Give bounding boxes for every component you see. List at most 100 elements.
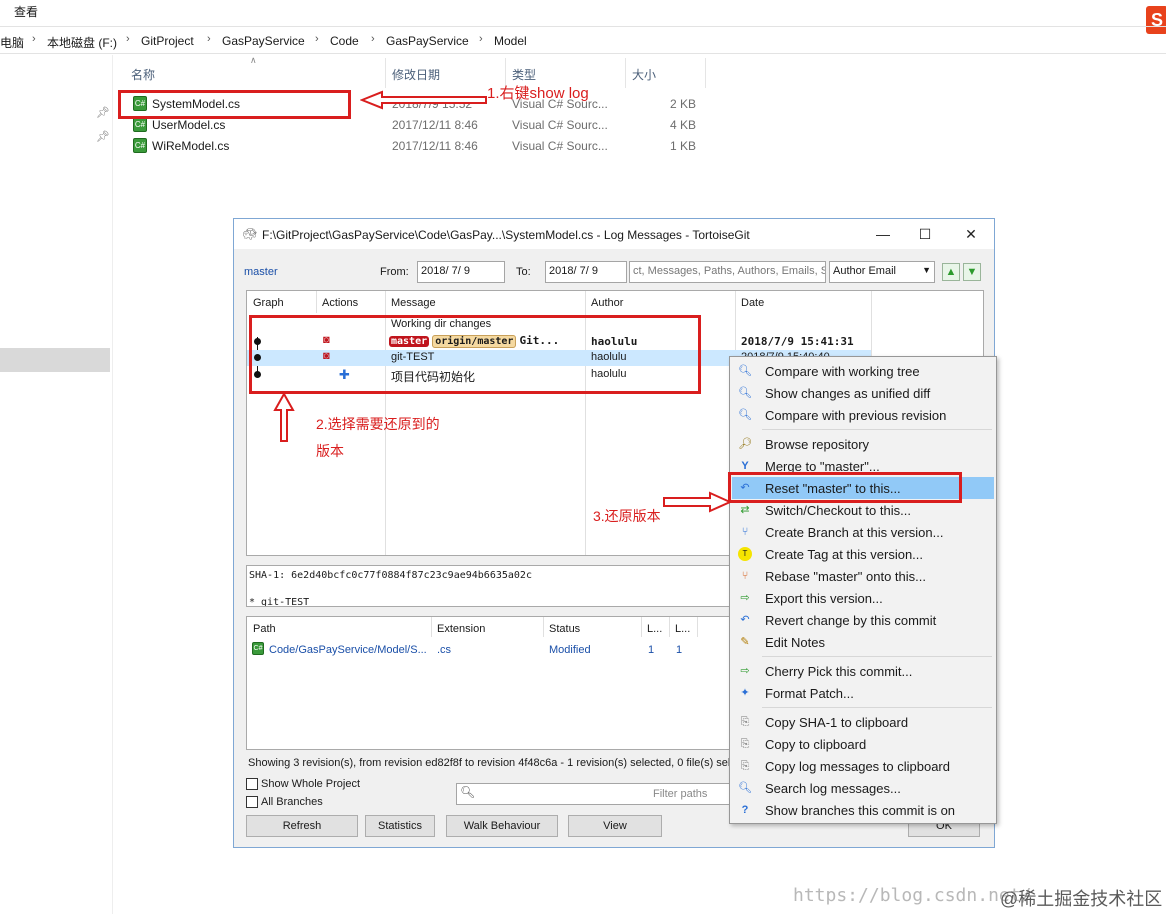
refresh-button[interactable]: Refresh: [246, 815, 358, 837]
column-header-graph[interactable]: Graph: [253, 297, 284, 309]
context-menu[interactable]: 🔍︎ Compare with working tree 🔍︎ Show cha…: [729, 356, 997, 824]
view-button[interactable]: View: [568, 815, 662, 837]
column-divider[interactable]: [625, 58, 626, 88]
column-header-size[interactable]: 大小: [632, 66, 656, 83]
column-header-extension[interactable]: Extension: [437, 623, 485, 635]
column-header-status[interactable]: Status: [549, 623, 580, 635]
breadcrumb-local-disk[interactable]: 本地磁盘 (F:): [47, 34, 117, 51]
breadcrumb-gaspayservice-2[interactable]: GasPayService: [386, 34, 469, 48]
column-divider[interactable]: [697, 617, 698, 637]
breadcrumb-this-pc[interactable]: 电脑: [0, 34, 24, 51]
from-date-picker[interactable]: 2018/ 7/ 9: [417, 261, 505, 283]
column-header-lines-removed[interactable]: L...: [675, 623, 690, 635]
show-whole-project-checkbox[interactable]: [246, 778, 258, 790]
menu-item-revert[interactable]: ↶ Revert change by this commit: [732, 609, 994, 631]
menu-item-copy-sha[interactable]: ⎘ Copy SHA-1 to clipboard: [732, 711, 994, 733]
menu-item-cherry-pick[interactable]: ⇨ Cherry Pick this commit...: [732, 660, 994, 682]
column-divider[interactable]: [669, 617, 670, 637]
chevron-right-icon[interactable]: ›: [479, 33, 483, 45]
cherry-pick-icon: ⇨: [740, 665, 750, 677]
chevron-right-icon[interactable]: ›: [315, 33, 319, 45]
chevron-down-icon[interactable]: ▼: [922, 265, 931, 275]
column-header-type[interactable]: 类型: [512, 66, 536, 83]
arrow-up-icon[interactable]: ▲: [942, 263, 960, 281]
chevron-right-icon[interactable]: ›: [371, 33, 375, 45]
all-branches-checkbox[interactable]: [246, 796, 258, 808]
magnifier-icon: 🔍︎: [738, 387, 752, 399]
nav-selected-item[interactable]: [0, 348, 110, 372]
file-row[interactable]: C# WiReModel.cs 2017/12/11 8:46 Visual C…: [130, 136, 710, 156]
menu-item-label: Create Tag at this version...: [765, 547, 924, 562]
column-divider[interactable]: [641, 617, 642, 637]
column-divider[interactable]: [385, 58, 386, 88]
breadcrumb-gitproject[interactable]: GitProject: [141, 34, 194, 48]
column-header-date[interactable]: Date: [741, 297, 764, 309]
maximize-button[interactable]: ☐: [902, 223, 948, 245]
filter-paths-input[interactable]: 🔍︎ Filter paths: [456, 783, 746, 805]
file-name[interactable]: UserModel.cs: [152, 118, 225, 132]
breadcrumb-code[interactable]: Code: [330, 34, 359, 48]
chevron-right-icon[interactable]: ›: [207, 33, 211, 45]
column-divider[interactable]: [431, 617, 432, 637]
walk-behaviour-button[interactable]: Walk Behaviour: [446, 815, 558, 837]
to-label: To:: [516, 266, 531, 278]
minimize-button[interactable]: —: [860, 223, 906, 245]
chevron-right-icon[interactable]: ›: [32, 33, 36, 45]
menu-item-rebase[interactable]: ⑂ Rebase "master" onto this...: [732, 565, 994, 587]
dialog-titlebar[interactable]: 🐢︎ F:\GitProject\GasPayService\Code\GasP…: [234, 219, 994, 249]
menu-item-compare-previous[interactable]: 🔍︎ Compare with previous revision: [732, 404, 994, 426]
chevron-right-icon[interactable]: ›: [126, 33, 130, 45]
column-header-author[interactable]: Author: [591, 297, 623, 309]
column-divider[interactable]: [705, 58, 706, 88]
column-header-modified[interactable]: 修改日期: [392, 66, 440, 83]
current-branch-link[interactable]: master: [244, 266, 278, 278]
magnifier-icon: 🔍︎: [738, 409, 752, 421]
menu-item-compare-working-tree[interactable]: 🔍︎ Compare with working tree: [732, 360, 994, 382]
column-header-actions[interactable]: Actions: [322, 297, 358, 309]
pin-icon[interactable]: 📌︎: [96, 130, 110, 143]
arrow-down-icon[interactable]: ▼: [963, 263, 981, 281]
annotation-arrow-up: [273, 392, 295, 442]
pin-icon[interactable]: 📌︎: [96, 106, 110, 119]
search-input[interactable]: ct, Messages, Paths, Authors, Emails, S: [629, 261, 826, 283]
statistics-button[interactable]: Statistics: [365, 815, 435, 837]
address-bar[interactable]: 电脑 › 本地磁盘 (F:) › GitProject › GasPayServ…: [0, 26, 1166, 54]
menu-item-export[interactable]: ⇨ Export this version...: [732, 587, 994, 609]
menu-item-browse-repository[interactable]: 🔎︎ Browse repository: [732, 433, 994, 455]
column-divider[interactable]: [543, 617, 544, 637]
menu-item-edit-notes[interactable]: ✎ Edit Notes: [732, 631, 994, 653]
menu-item-label: Compare with previous revision: [765, 408, 947, 423]
all-branches-label[interactable]: All Branches: [261, 796, 323, 808]
menu-item-unified-diff[interactable]: 🔍︎ Show changes as unified diff: [732, 382, 994, 404]
menu-item-show-branches[interactable]: ? Show branches this commit is on: [732, 799, 994, 821]
breadcrumb-gaspayservice[interactable]: GasPayService: [222, 34, 305, 48]
ribbon-tab-view[interactable]: 查看: [14, 3, 38, 20]
filter-field-select[interactable]: Author Email ▼: [829, 261, 935, 283]
menu-item-search-log[interactable]: 🔍︎ Search log messages...: [732, 777, 994, 799]
from-label: From:: [380, 266, 409, 278]
file-name[interactable]: WiReModel.cs: [152, 139, 229, 153]
menu-item-copy-log-messages[interactable]: ⎘ Copy log messages to clipboard: [732, 755, 994, 777]
menu-item-create-branch[interactable]: ⑂ Create Branch at this version...: [732, 521, 994, 543]
changed-files-list[interactable]: Path Extension Status L... L... C# Code/…: [246, 616, 738, 750]
menu-item-copy-clipboard[interactable]: ⎘ Copy to clipboard: [732, 733, 994, 755]
column-header-path[interactable]: Path: [253, 623, 276, 635]
file-type: Visual C# Sourc...: [512, 118, 608, 132]
show-whole-project-label[interactable]: Show Whole Project: [261, 778, 360, 790]
menu-item-format-patch[interactable]: ✦ Format Patch...: [732, 682, 994, 704]
breadcrumb-model[interactable]: Model: [494, 34, 527, 48]
copy-icon: ⎘: [740, 760, 750, 772]
column-header-message[interactable]: Message: [391, 297, 436, 309]
log-date: 2018/7/9 15:41:31: [741, 335, 854, 348]
close-button[interactable]: ✕: [948, 223, 994, 245]
navigation-pane[interactable]: [0, 55, 113, 914]
to-date-picker[interactable]: 2018/ 7/ 9: [545, 261, 627, 283]
file-change-row[interactable]: C# Code/GasPayService/Model/S... .cs Mod…: [247, 641, 737, 659]
copy-icon: ⎘: [740, 716, 750, 728]
commit-details[interactable]: SHA-1: 6e2d40bcfc0c77f0884f87c23c9ae94b6…: [246, 565, 738, 607]
column-divider[interactable]: [316, 291, 317, 313]
branch-icon: ⑂: [741, 526, 749, 538]
column-header-lines-added[interactable]: L...: [647, 623, 662, 635]
column-header-name[interactable]: 名称: [131, 66, 155, 83]
menu-item-create-tag[interactable]: T Create Tag at this version...: [732, 543, 994, 565]
